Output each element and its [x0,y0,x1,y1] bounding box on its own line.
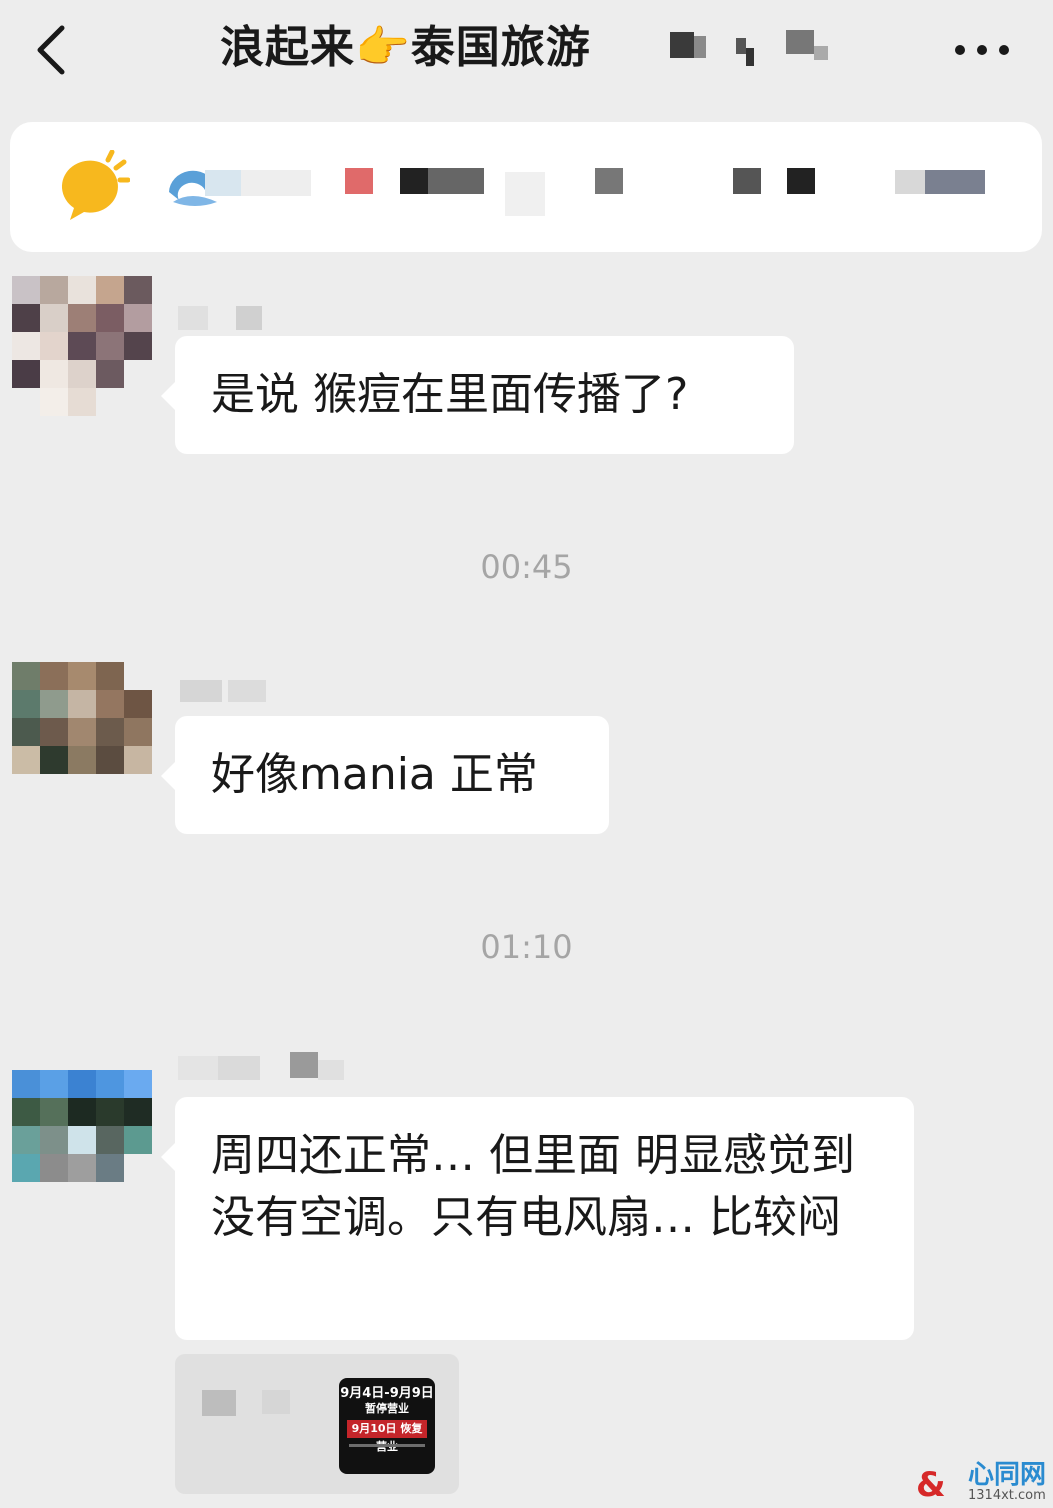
svg-text:&: & [916,1465,946,1505]
notice-reopen: 9月10日 恢复营业 [347,1420,427,1453]
more-dots-icon[interactable] [952,40,1012,60]
redacted-group-name [670,30,828,66]
avatar-mosaic [12,276,152,416]
chat-title: 浪起来👉泰国旅游 [220,22,591,73]
back-arrow-icon[interactable] [32,22,72,78]
notice-date-range: 9月4日-9月9日 [340,1386,434,1401]
redacted-sender-name [178,1052,344,1080]
avatar[interactable] [12,276,152,416]
avatar-mosaic [12,1042,152,1182]
timestamp: 00:45 [480,548,573,586]
notice-suspended: 暂停营业 [365,1402,409,1415]
notice-fine-print [349,1444,425,1447]
timestamp: 01:10 [480,928,573,966]
message-text: 好像mania 正常 [211,749,538,800]
avatar[interactable] [12,1042,152,1182]
avatar-mosaic [12,662,152,802]
sun-icon [61,150,130,220]
redacted-pinned-text [205,168,985,216]
watermark-url: 1314xt.com [968,1488,1046,1503]
message-bubble[interactable]: 是说 猴痘在里面传播了? [161,336,794,454]
watermark-brand: 心同网 [968,1460,1047,1490]
message-text: 是说 猴痘在里面传播了? [211,369,689,420]
redacted-sender-name [180,680,266,702]
message-text: 周四还正常… 但里面 明显感觉到 没有空调。只有电风扇… 比较闷 [211,1130,855,1243]
avatar[interactable] [12,662,152,802]
message-bubble[interactable]: 好像mania 正常 [161,716,609,834]
closure-notice-image[interactable]: 9月4日-9月9日 暂停营业 9月10日 恢复营业 [339,1378,435,1474]
redacted-quote-sender [202,1390,290,1416]
message-bubble[interactable]: 周四还正常… 但里面 明显感觉到 没有空调。只有电风扇… 比较闷 [161,1097,914,1340]
redacted-sender-name [178,306,262,330]
